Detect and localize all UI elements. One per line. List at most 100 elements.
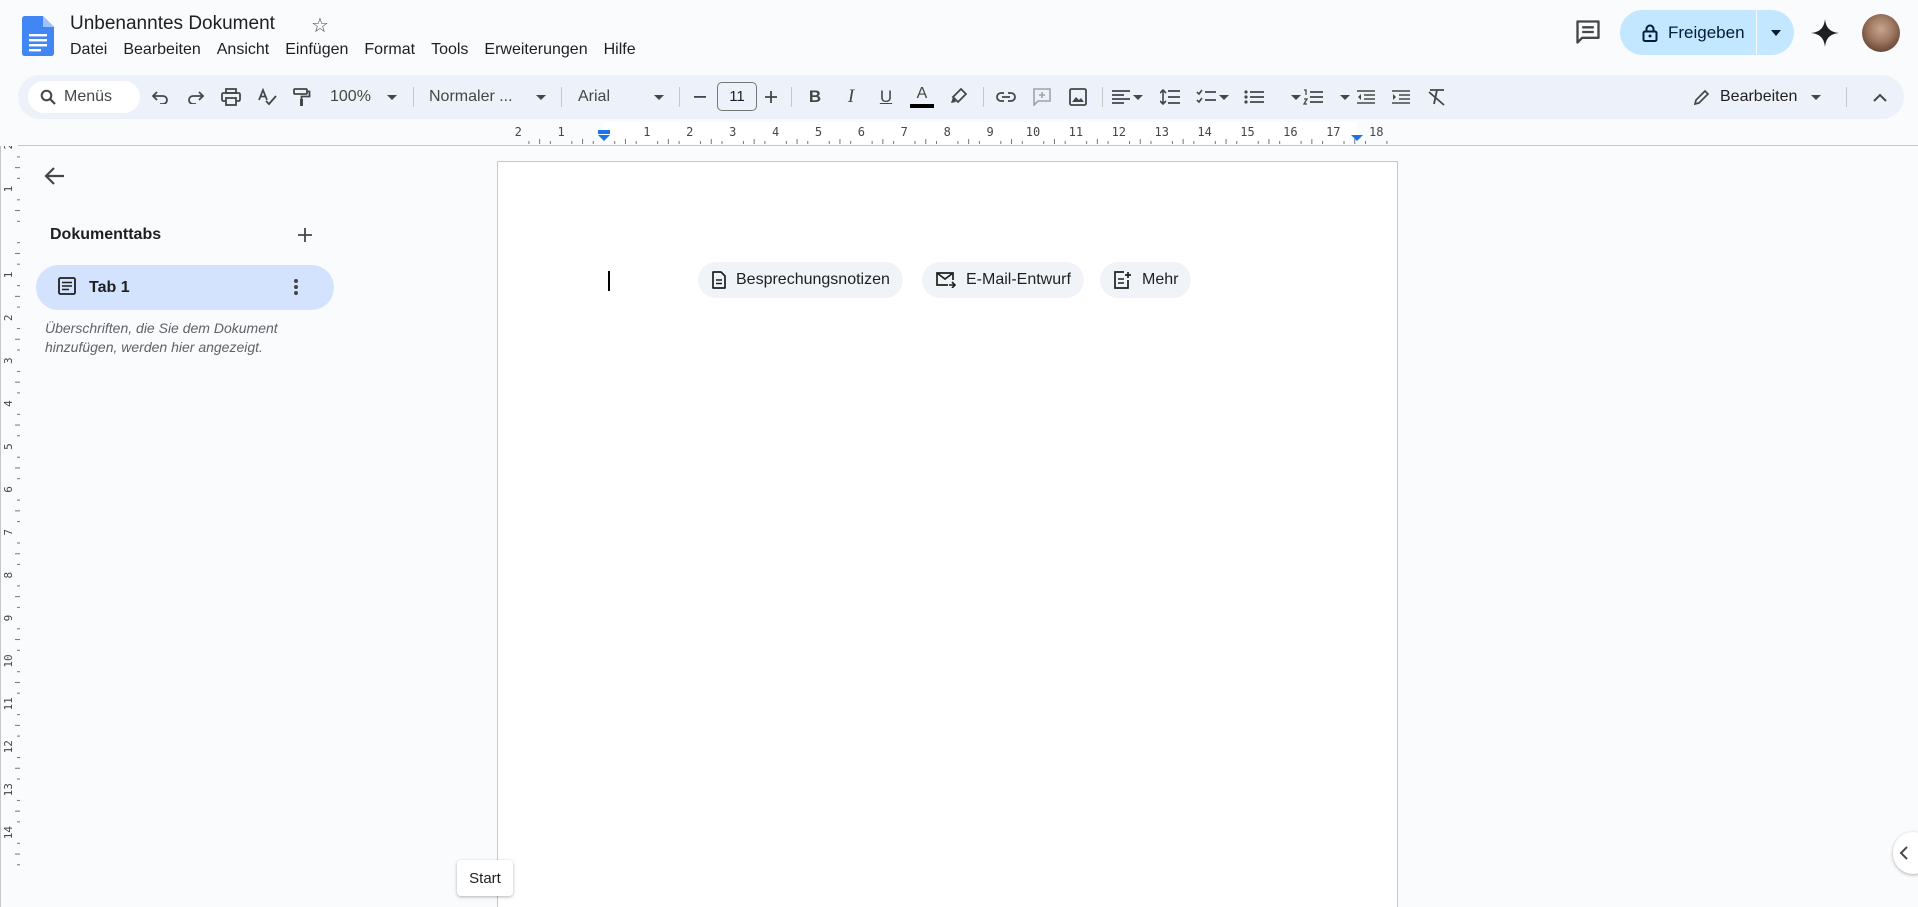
align-left-icon: [1112, 90, 1130, 104]
insert-image-button[interactable]: [1065, 75, 1091, 119]
back-arrow-icon[interactable]: [42, 163, 68, 189]
mail-icon: [936, 272, 956, 288]
bold-icon: B: [808, 87, 822, 106]
ruler-label: 1: [557, 125, 564, 139]
search-menus-input[interactable]: Menüs: [28, 81, 140, 113]
numbered-list-dropdown[interactable]: [1338, 75, 1352, 119]
share-dropdown-button[interactable]: [1757, 29, 1794, 36]
ruler-label: 2: [515, 125, 522, 139]
menu-einfuegen[interactable]: Einfügen: [277, 40, 356, 60]
align-dropdown[interactable]: [1131, 75, 1145, 119]
menu-hilfe[interactable]: Hilfe: [596, 40, 644, 60]
gemini-sparkle-icon[interactable]: [1809, 17, 1841, 49]
checklist-icon: [1196, 89, 1216, 104]
paint-format-button[interactable]: [290, 75, 314, 119]
undo-button[interactable]: [148, 75, 172, 119]
horizontal-ruler[interactable]: 2 1 1 2 3 4 5 6 7 8 9 10 11 12 13 14 15 16 17 18: [497, 122, 1397, 144]
share-button-group: Freigeben: [1620, 10, 1794, 55]
decrease-font-size-button[interactable]: [690, 75, 710, 119]
menu-ansicht[interactable]: Ansicht: [209, 40, 277, 60]
star-icon[interactable]: ☆: [311, 13, 329, 38]
ruler-label: 1: [643, 125, 650, 139]
underline-icon: U: [879, 87, 893, 106]
collapse-menus-button[interactable]: [1868, 75, 1892, 119]
font-size-input[interactable]: 11: [717, 82, 757, 111]
chip-more[interactable]: Mehr: [1100, 262, 1192, 298]
undo-icon: [151, 91, 168, 104]
italic-button[interactable]: I: [839, 75, 863, 119]
editing-mode-select[interactable]: Bearbeiten: [1680, 79, 1835, 115]
note-add-icon: [1114, 271, 1131, 289]
zoom-select[interactable]: 100%: [330, 75, 378, 119]
more-vert-icon[interactable]: [293, 276, 299, 298]
font-family-dropdown[interactable]: [651, 75, 667, 119]
ruler-label: 5: [815, 125, 822, 139]
print-button[interactable]: [219, 75, 243, 119]
checklist-button[interactable]: [1194, 75, 1218, 119]
paint-format-icon: [293, 88, 311, 106]
ruler-label: 17: [1326, 125, 1340, 139]
increase-indent-button[interactable]: [1389, 75, 1413, 119]
ruler-label: 11: [2, 697, 15, 710]
caret-down-icon: [1770, 29, 1781, 36]
spellcheck-button[interactable]: [255, 75, 279, 119]
add-comment-button[interactable]: [1029, 75, 1055, 119]
highlight-color-button[interactable]: [947, 75, 971, 119]
spellcheck-icon: [258, 88, 277, 106]
ruler-label: 9: [2, 615, 15, 622]
increase-font-size-button[interactable]: [761, 75, 781, 119]
numbered-list-button[interactable]: [1301, 75, 1325, 119]
ruler-label: 12: [2, 740, 15, 753]
paragraph-style-select[interactable]: Normaler ...: [429, 75, 529, 119]
document-title[interactable]: Unbenanntes Dokument: [70, 13, 275, 35]
ruler-label: 7: [2, 529, 15, 536]
redo-icon: [188, 91, 205, 104]
menu-bar: Datei Bearbeiten Ansicht Einfügen Format…: [62, 40, 644, 60]
account-avatar[interactable]: [1862, 14, 1900, 52]
redo-button[interactable]: [184, 75, 208, 119]
clear-formatting-button[interactable]: [1425, 75, 1449, 119]
share-button[interactable]: Freigeben: [1620, 10, 1756, 55]
ruler-label: 16: [1283, 125, 1297, 139]
ruler-edge: [0, 146, 1, 907]
ruler-label: 11: [1069, 125, 1083, 139]
print-icon: [221, 88, 241, 106]
menu-erweiterungen[interactable]: Erweiterungen: [476, 40, 595, 60]
ruler-label: 8: [2, 572, 15, 579]
title-bar: Unbenanntes Dokument ☆ Datei Bearbeiten …: [0, 0, 1918, 72]
font-family-select[interactable]: Arial: [578, 75, 658, 119]
comment-history-icon[interactable]: [1574, 18, 1602, 46]
menu-bearbeiten[interactable]: Bearbeiten: [115, 40, 208, 60]
ruler-label: 10: [1026, 125, 1040, 139]
chip-meeting-notes[interactable]: Besprechungsnotizen: [698, 262, 903, 298]
menu-tools[interactable]: Tools: [423, 40, 476, 60]
add-tab-icon[interactable]: [294, 224, 316, 246]
underline-button[interactable]: U: [874, 75, 898, 119]
sidebar-tab-1[interactable]: Tab 1: [36, 265, 334, 310]
tab-document-icon: [58, 277, 76, 295]
chip-email-draft[interactable]: E-Mail-Entwurf: [922, 262, 1084, 298]
align-button[interactable]: [1110, 75, 1132, 119]
line-spacing-button[interactable]: [1158, 75, 1182, 119]
menu-datei[interactable]: Datei: [62, 40, 115, 60]
add-comment-icon: [1033, 88, 1051, 106]
ruler-label: 9: [986, 125, 993, 139]
bulleted-list-button[interactable]: [1242, 75, 1266, 119]
insert-link-button[interactable]: [993, 75, 1019, 119]
zoom-dropdown[interactable]: [384, 75, 400, 119]
text-color-button[interactable]: A: [908, 75, 936, 119]
docs-logo-icon[interactable]: [22, 16, 54, 56]
outline-hint-text: Überschriften, die Sie dem Dokument hinz…: [45, 320, 278, 355]
formatting-toolbar: Menüs 100% Normaler ... Arial 11 B I U A…: [18, 75, 1904, 119]
highlighter-icon: [951, 88, 967, 104]
decrease-indent-button[interactable]: [1354, 75, 1378, 119]
bold-button[interactable]: B: [803, 75, 827, 119]
side-panel-toggle[interactable]: [1893, 832, 1918, 874]
ruler-label: 10: [2, 654, 15, 667]
ruler-label: 18: [1369, 125, 1383, 139]
start-tooltip: Start: [457, 860, 513, 896]
paragraph-style-dropdown[interactable]: [533, 75, 549, 119]
menu-format[interactable]: Format: [356, 40, 423, 60]
checklist-dropdown[interactable]: [1217, 75, 1231, 119]
vertical-ruler[interactable]: 211234567891011121314: [0, 146, 20, 907]
